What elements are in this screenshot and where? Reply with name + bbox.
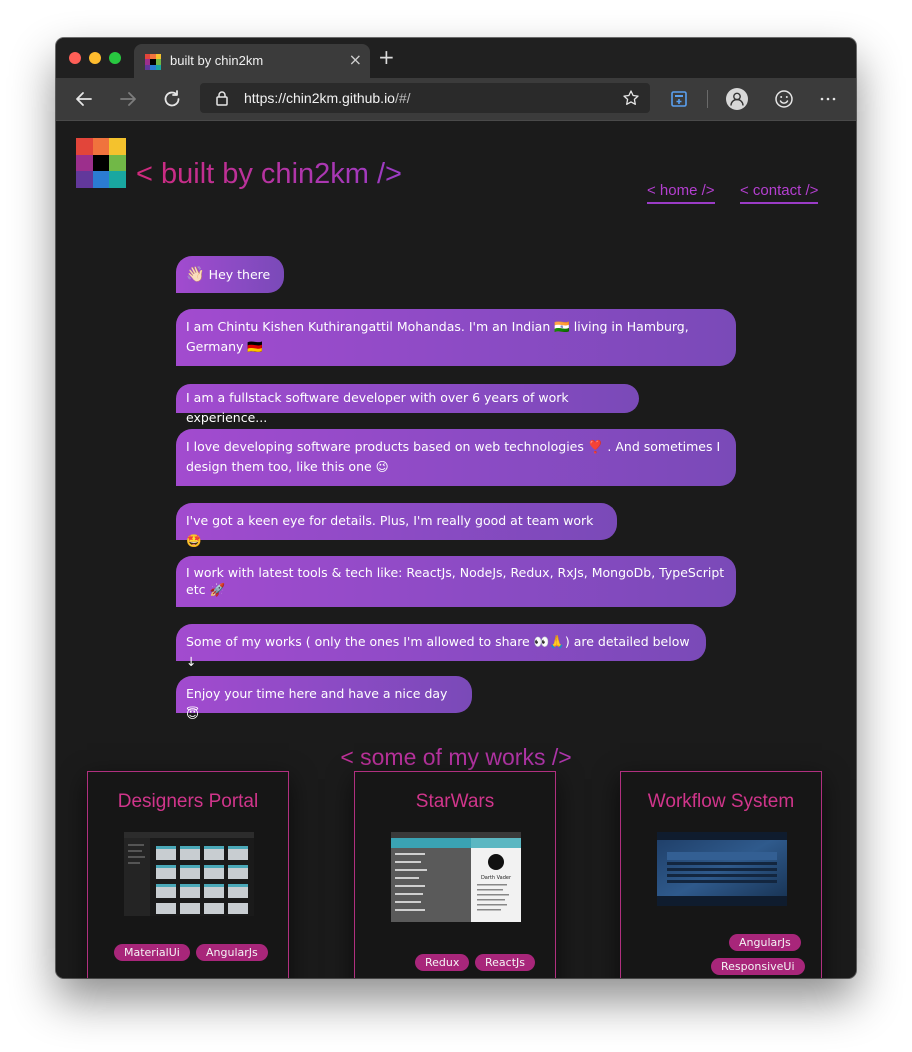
site-logo-icon[interactable]: [76, 138, 126, 188]
close-tab-icon[interactable]: ×: [349, 52, 362, 68]
favicon-icon: [145, 54, 161, 70]
tag-materialui: MaterialUi: [114, 944, 190, 961]
feedback-smiley-icon[interactable]: [773, 88, 795, 110]
card-title: StarWars: [415, 791, 495, 812]
url-text: https://chin2km.github.io/#/: [244, 90, 411, 106]
card-title: Designers Portal: [117, 791, 259, 812]
starwars-screenshot: Darth Vader: [391, 832, 521, 922]
workflow-system-screenshot: [657, 832, 787, 906]
collections-icon[interactable]: [668, 88, 690, 110]
work-card-designers-portal[interactable]: Designers Portal MaterialUi AngularJs: [87, 771, 289, 978]
new-tab-button[interactable]: +: [378, 47, 395, 67]
shot-caption: Darth Vader: [481, 875, 512, 881]
nav-contact-link[interactable]: < contact />: [740, 181, 819, 204]
chat-bubble: Some of my works ( only the ones I'm all…: [176, 624, 706, 669]
bubble-text: I've got a keen eye for details. Plus, I…: [186, 513, 594, 548]
chat-bubble: I am a fullstack software developer with…: [176, 384, 639, 425]
bubble-text: I am a fullstack software developer with…: [186, 390, 569, 425]
site-title[interactable]: < built by chin2km />: [136, 157, 402, 191]
tag-angularjs: AngularJs: [729, 934, 801, 951]
work-card-workflow-system[interactable]: Workflow System AngularJs ResponsiveUi: [620, 771, 822, 978]
chat-bubble: 👋🏻 Hey there: [176, 256, 284, 293]
lock-icon: [216, 91, 228, 106]
refresh-icon[interactable]: [161, 88, 183, 110]
forward-icon[interactable]: [117, 88, 139, 110]
favorite-star-icon[interactable]: [622, 89, 640, 107]
toolbar-divider: [707, 90, 708, 108]
tag-redux: Redux: [415, 954, 470, 971]
bubble-text: Enjoy your time here and have a nice day…: [186, 686, 448, 721]
chat-bubble: I've got a keen eye for details. Plus, I…: [176, 503, 617, 548]
tag-responsiveui: ResponsiveUi: [711, 958, 805, 975]
browser-window: built by chin2km × + https://chin2km.git…: [56, 38, 856, 978]
wave-emoji-icon: 👋🏻: [186, 265, 205, 283]
page-content: < built by chin2km /> < home /> < contac…: [56, 121, 856, 978]
designers-portal-screenshot: [124, 832, 254, 916]
chat-bubble: I love developing software products base…: [176, 429, 736, 486]
bubble-text: Hey there: [208, 267, 271, 282]
tab-strip: built by chin2km × +: [56, 38, 856, 78]
zoom-window-button[interactable]: [109, 52, 121, 64]
chat-bubble: Enjoy your time here and have a nice day…: [176, 676, 472, 721]
close-window-button[interactable]: [69, 52, 81, 64]
browser-toolbar: https://chin2km.github.io/#/: [56, 78, 856, 121]
bubble-text: I am Chintu Kishen Kuthirangattil Mohand…: [186, 319, 689, 354]
chat-bubble: I am Chintu Kishen Kuthirangattil Mohand…: [176, 309, 736, 366]
bubble-text: I love developing software products base…: [186, 439, 721, 474]
back-icon[interactable]: [73, 88, 95, 110]
url-host: https://chin2km.github.io: [244, 90, 395, 106]
url-path: /#/: [394, 90, 411, 106]
profile-avatar-icon[interactable]: [726, 88, 748, 110]
bubble-text: Some of my works ( only the ones I'm all…: [186, 634, 690, 669]
tag-angularjs: AngularJs: [196, 944, 268, 961]
minimize-window-button[interactable]: [89, 52, 101, 64]
address-bar[interactable]: https://chin2km.github.io/#/: [200, 83, 650, 113]
tag-reactjs: ReactJs: [475, 954, 535, 971]
works-section-title: < some of my works />: [56, 742, 856, 772]
bubble-text: I work with latest tools & tech like: Re…: [186, 565, 725, 597]
browser-tab[interactable]: built by chin2km ×: [134, 44, 370, 78]
chat-bubble: I work with latest tools & tech like: Re…: [176, 556, 736, 607]
nav-home-link[interactable]: < home />: [647, 181, 715, 204]
work-card-starwars[interactable]: StarWars Darth Vader Redux ReactJs: [354, 771, 556, 978]
tab-title: built by chin2km: [170, 53, 264, 68]
more-options-icon[interactable]: [817, 88, 839, 110]
card-title: Workflow System: [647, 791, 795, 812]
